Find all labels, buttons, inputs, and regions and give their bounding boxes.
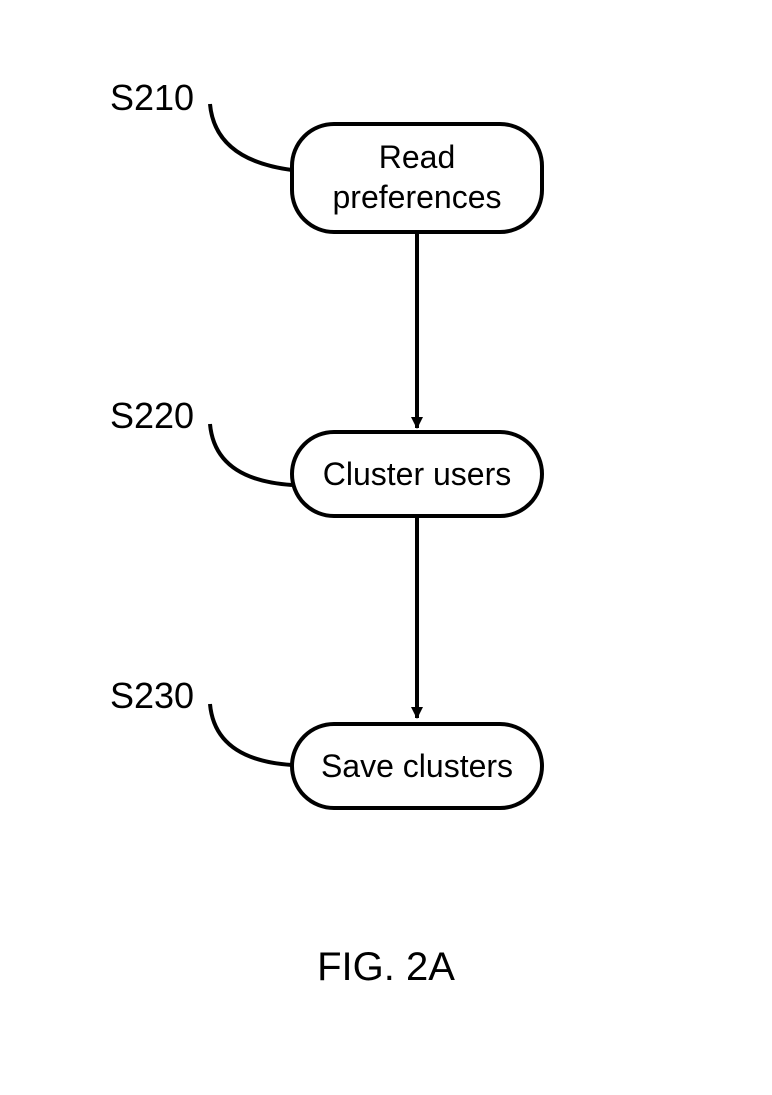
step-id-connector [210, 704, 292, 765]
step-text-line1: Read [379, 139, 456, 175]
step-id-text: S230 [110, 675, 194, 716]
flowchart-step-s220: Cluster users [292, 432, 542, 516]
step-id-connector [210, 424, 292, 485]
flowchart-step-s230: Save clusters [292, 724, 542, 808]
flowchart-canvas: Read preferences S210 Cluster users S220… [0, 0, 772, 1095]
figure-caption: FIG. 2A [317, 945, 455, 989]
step-text-line1: Save clusters [321, 748, 513, 784]
flowchart-step-s210: Read preferences [292, 124, 542, 232]
step-id-text: S220 [110, 395, 194, 436]
step-id-s230: S230 [110, 675, 292, 765]
step-id-connector [210, 104, 292, 170]
step-text-line2: preferences [333, 179, 502, 215]
step-id-s220: S220 [110, 395, 292, 485]
step-text-line1: Cluster users [323, 456, 512, 492]
step-id-s210: S210 [110, 77, 292, 170]
step-id-text: S210 [110, 77, 194, 118]
